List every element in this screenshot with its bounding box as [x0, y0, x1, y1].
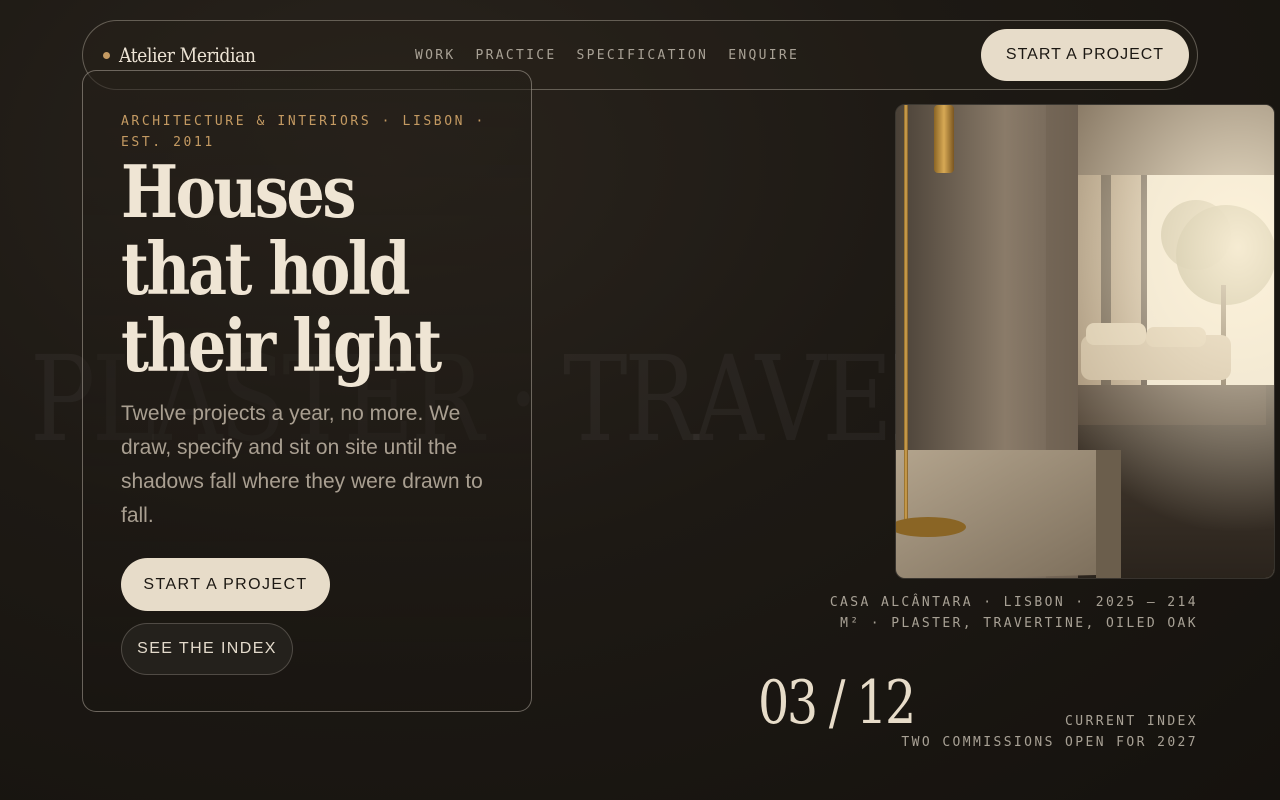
see-index-button[interactable]: SEE THE INDEX: [121, 623, 293, 675]
commissions-note: TWO COMMISSIONS OPEN FOR 2027: [901, 735, 1198, 750]
hero-card: ARCHITECTURE & INTERIORS · LISBON · EST.…: [82, 70, 532, 712]
nav-link-specification[interactable]: SPECIFICATION: [577, 48, 709, 63]
nav-start-project-button[interactable]: START A PROJECT: [981, 29, 1189, 81]
hero-eyebrow: ARCHITECTURE & INTERIORS · LISBON · EST.…: [121, 114, 486, 150]
feature-caption: CASA ALCÂNTARA · LISBON · 2025 — 214 M² …: [829, 595, 1198, 631]
project-counter: 03 / 12: [758, 668, 916, 738]
brand-name: Atelier Meridian: [119, 43, 256, 67]
nav-link-enquire[interactable]: ENQUIRE: [728, 48, 799, 63]
hero-headline: Houses that hold their light: [121, 149, 442, 388]
brand-dot-icon: [103, 51, 110, 59]
hero-description: Twelve projects a year, no more. We draw…: [121, 402, 483, 527]
nav-link-practice[interactable]: PRACTICE: [476, 48, 557, 63]
index-status: CURRENT INDEX TWO COMMISSIONS OPEN FOR 2…: [901, 711, 1198, 753]
feature-photo: [895, 104, 1275, 579]
nav-link-work[interactable]: WORK: [415, 48, 456, 63]
current-index-label: CURRENT INDEX: [1065, 714, 1198, 729]
start-project-button[interactable]: START A PROJECT: [121, 558, 330, 611]
feature-photo-illustration: [896, 105, 1274, 578]
